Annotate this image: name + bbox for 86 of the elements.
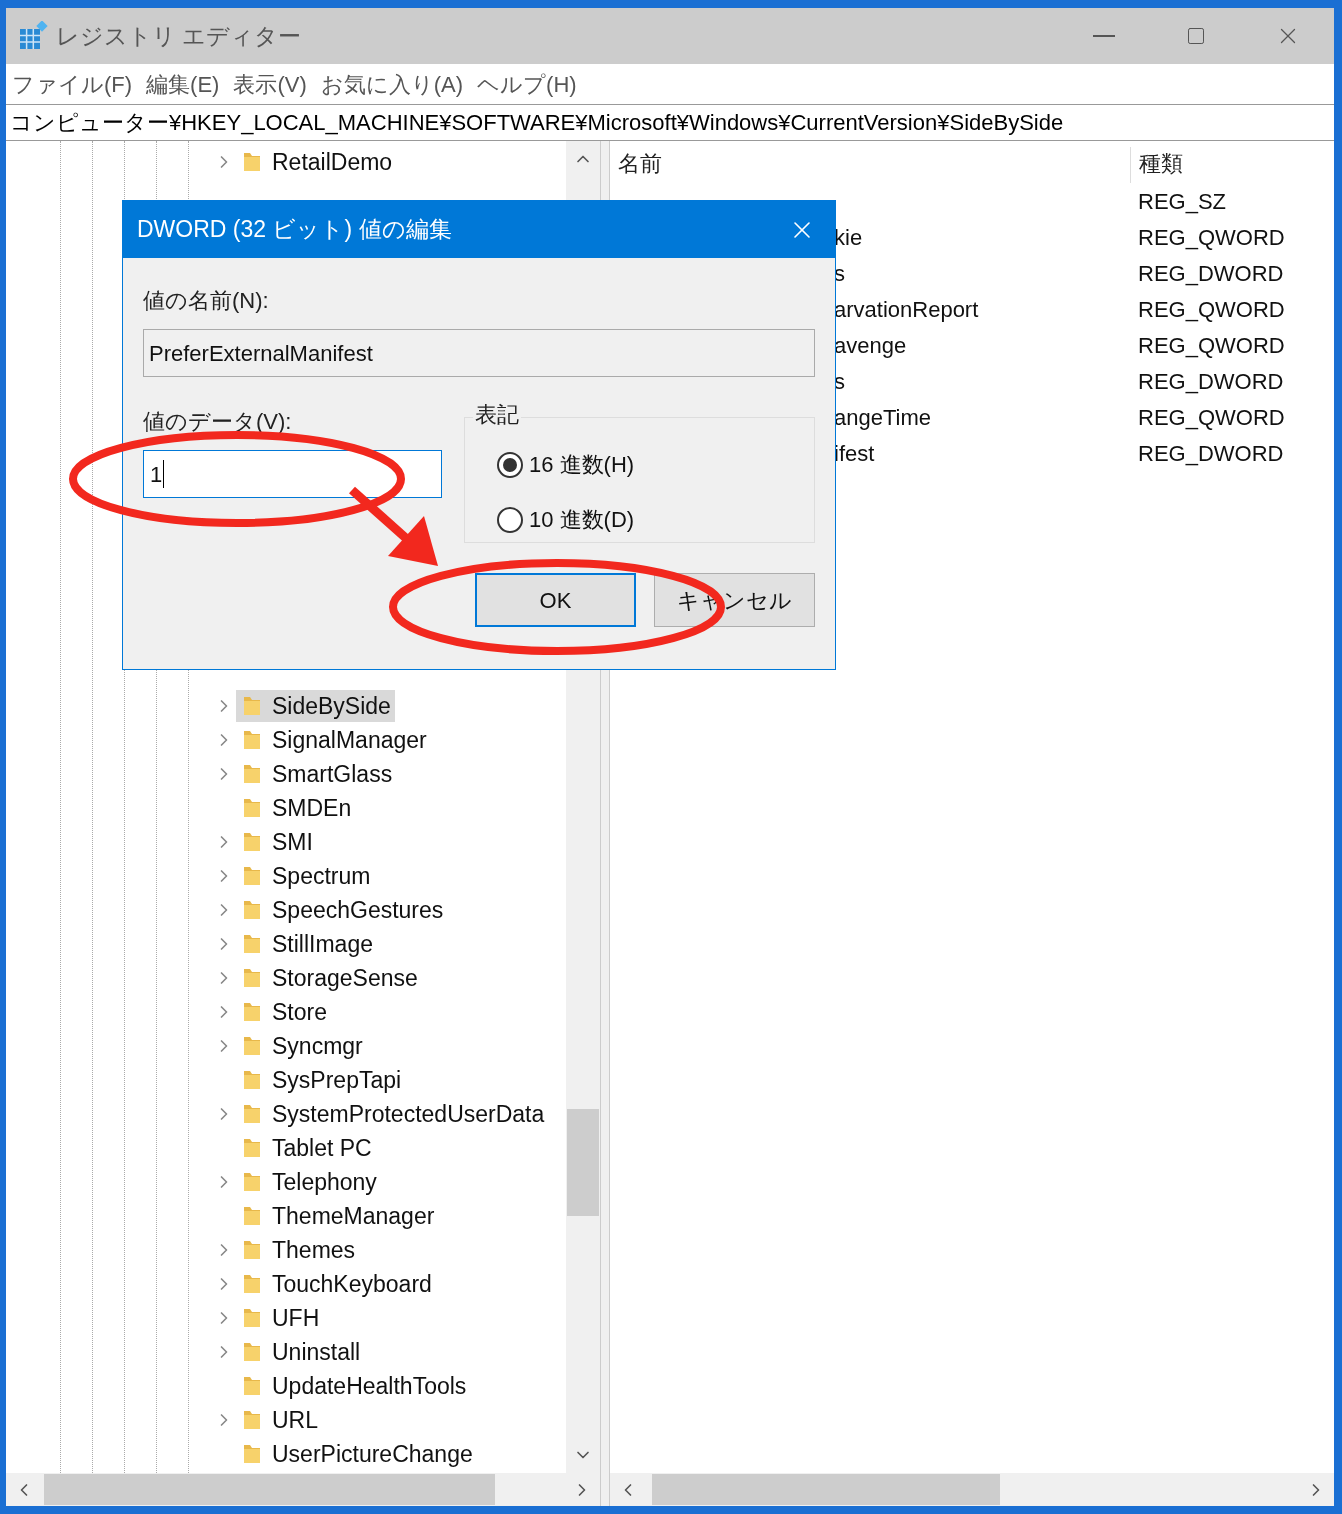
dialog-button[interactable]: OK (475, 573, 636, 627)
tree-item[interactable]: StorageSense (236, 962, 422, 994)
value-type: REG_DWORD (1138, 439, 1284, 468)
tree-item[interactable]: SMI (236, 826, 317, 858)
menu-item[interactable]: ヘルプ(H) (477, 67, 577, 101)
address-bar[interactable]: コンピューター¥HKEY_LOCAL_MACHINE¥SOFTWARE¥Microsoft¥Windows¥CurrentVersion¥SideBySide (6, 104, 1334, 141)
folder-icon (242, 151, 262, 173)
menu-item[interactable]: ファイル(F) (12, 67, 133, 101)
folder-icon (242, 1171, 262, 1193)
value-type: REG_QWORD (1138, 331, 1285, 360)
tree-item[interactable]: TouchKeyboard (236, 1268, 436, 1300)
tree-item[interactable]: RetailDemo (236, 146, 397, 178)
tree-item[interactable]: UpdateHealthTools (236, 1370, 471, 1402)
radio-button[interactable] (497, 506, 523, 533)
menu-item[interactable]: 表示(V) (233, 67, 307, 101)
folder-icon (242, 763, 262, 785)
value-data-field[interactable]: 1 (143, 450, 442, 498)
value-type: REG_QWORD (1138, 295, 1285, 324)
folder-icon (242, 1069, 262, 1091)
tree-item[interactable]: UFH (236, 1302, 324, 1334)
folder-icon (242, 933, 262, 955)
folder-icon (242, 1001, 262, 1023)
tree-item[interactable]: Syncmgr (236, 1030, 367, 1062)
horizontal-scrollbar[interactable] (610, 1473, 1334, 1506)
tree-item[interactable]: SysPrepTapi (236, 1064, 406, 1096)
tree-item[interactable]: Tablet PC (236, 1132, 376, 1164)
tree-item[interactable]: Store (236, 996, 331, 1028)
folder-icon (242, 1443, 262, 1465)
value-name: arvationReport (834, 295, 979, 324)
folder-icon (242, 695, 262, 717)
tree-item[interactable]: ThemeManager (236, 1200, 439, 1232)
scrollbar-thumb[interactable] (44, 1474, 495, 1505)
radio-option[interactable]: 16 進数(H) (497, 448, 635, 481)
folder-icon (242, 797, 262, 819)
folder-icon (242, 1273, 262, 1295)
registry-app-icon (18, 21, 48, 51)
value-type: REG_DWORD (1138, 367, 1284, 396)
folder-icon (242, 831, 262, 853)
folder-icon (242, 1103, 262, 1125)
folder-icon (242, 1409, 262, 1431)
tree-item[interactable]: URL (236, 1404, 322, 1436)
folder-icon (242, 1035, 262, 1057)
scrollbar-thumb[interactable] (652, 1474, 1000, 1505)
value-name: angeTime (834, 403, 931, 432)
folder-icon (242, 865, 262, 887)
value-type: REG_SZ (1138, 187, 1227, 216)
radio-option[interactable]: 10 進数(D) (497, 503, 635, 536)
maximize-icon (1186, 26, 1206, 46)
folder-icon (242, 1375, 262, 1397)
column-header[interactable]: 種類 (1130, 147, 1183, 183)
menu-item[interactable]: 編集(E) (146, 67, 220, 101)
folder-icon (242, 1307, 262, 1329)
folder-icon (242, 729, 262, 751)
scrollbar-thumb[interactable] (567, 1109, 599, 1216)
tree-item[interactable]: SMDEn (236, 792, 356, 824)
tree-item[interactable]: SmartGlass (236, 758, 397, 790)
tree-item[interactable]: SideBySide (236, 690, 395, 722)
folder-icon (242, 899, 262, 921)
dialog-title: DWORD (32 ビット) 値の編集 (137, 215, 452, 245)
tree-item[interactable]: StillImage (236, 928, 377, 960)
value-name: avenge (834, 331, 907, 360)
value-name-field[interactable]: PreferExternalManifest (143, 329, 815, 377)
minimize-icon (1093, 35, 1115, 37)
tree-item[interactable]: Spectrum (236, 860, 375, 892)
field-label: 値のデータ(V): (143, 408, 292, 436)
value-type: REG_QWORD (1138, 223, 1285, 252)
window-title: レジストリ エディター (56, 21, 302, 51)
tree-item[interactable]: Telephony (236, 1166, 381, 1198)
tree-item[interactable]: Uninstall (236, 1336, 365, 1368)
column-header[interactable]: 名前 (610, 147, 1130, 183)
value-type: REG_QWORD (1138, 403, 1285, 432)
tree-item[interactable]: Themes (236, 1234, 360, 1266)
value-type: REG_DWORD (1138, 259, 1284, 288)
folder-icon (242, 1341, 262, 1363)
folder-icon (242, 1239, 262, 1261)
tree-item[interactable]: SignalManager (236, 724, 431, 756)
tree-item[interactable]: UserPictureChange (236, 1438, 477, 1470)
folder-icon (242, 967, 262, 989)
tree-item[interactable]: SystemProtectedUserData (236, 1098, 549, 1130)
folder-icon (242, 1137, 262, 1159)
radio-button[interactable] (497, 451, 523, 478)
menu-item[interactable]: お気に入り(A) (320, 67, 464, 101)
field-label: 値の名前(N): (143, 287, 270, 315)
horizontal-scrollbar[interactable] (6, 1473, 600, 1506)
folder-icon (242, 1205, 262, 1227)
tree-item[interactable]: SpeechGestures (236, 894, 448, 926)
